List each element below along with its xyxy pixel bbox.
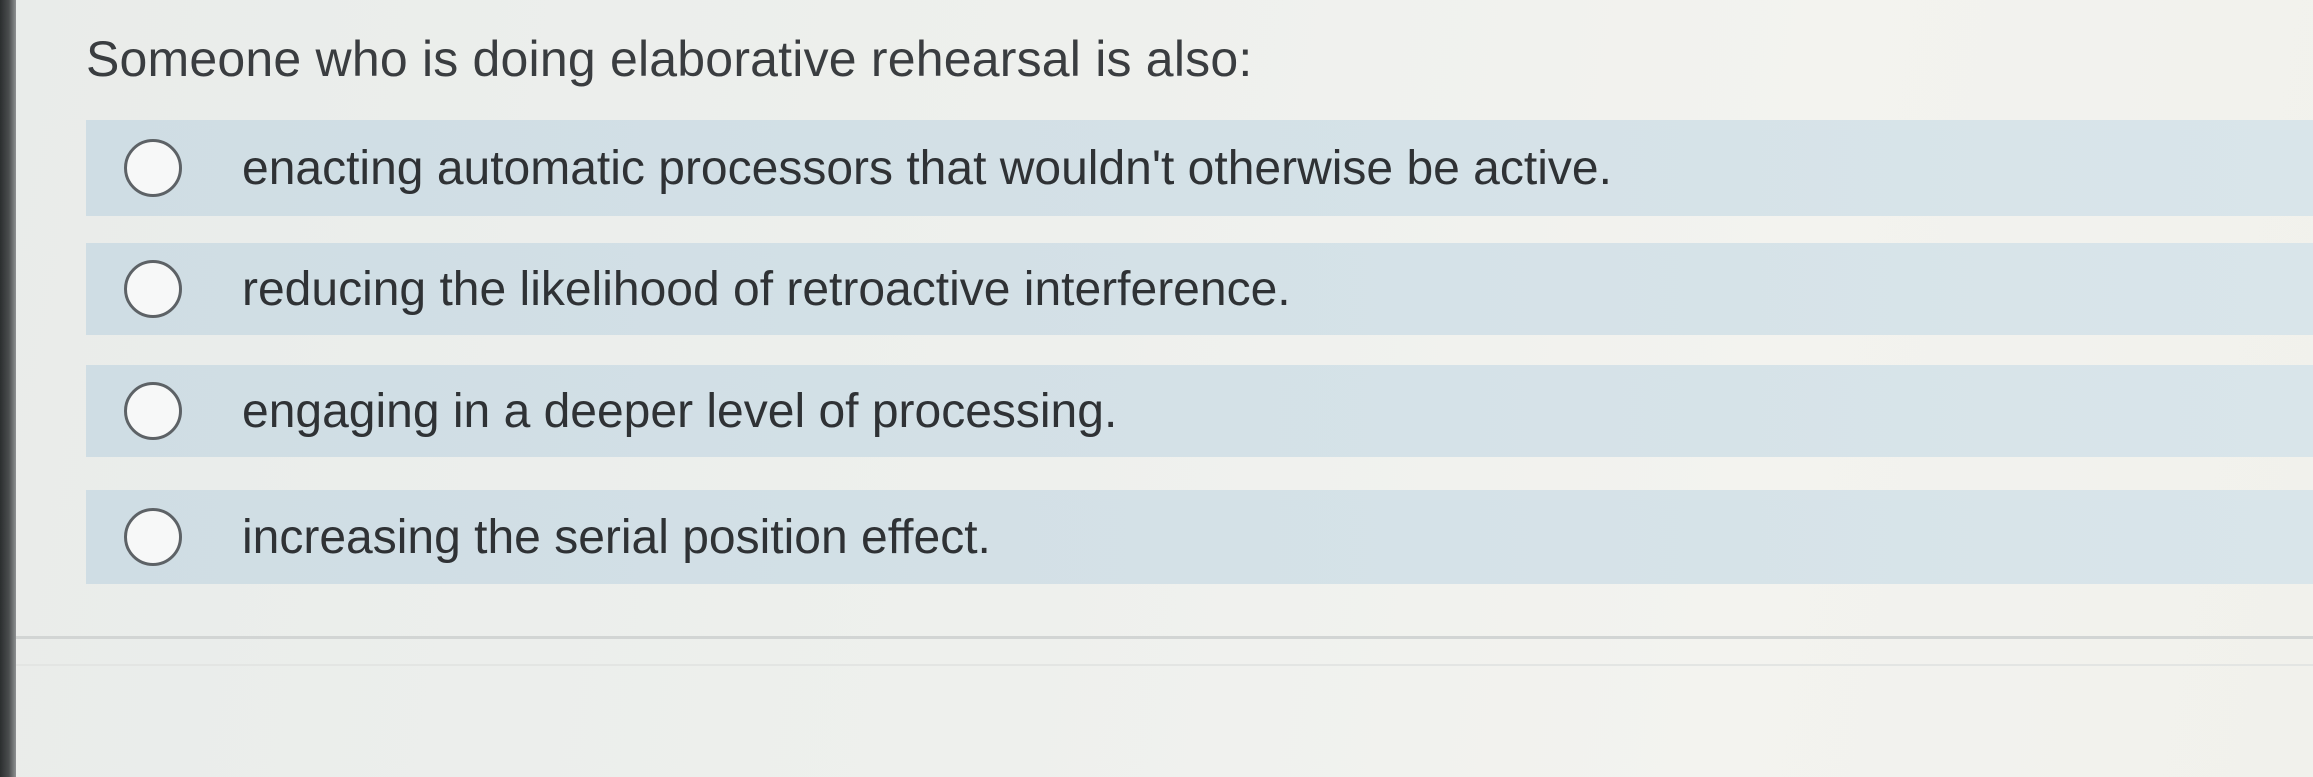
radio-button[interactable] [124, 508, 182, 566]
section-divider [16, 664, 2313, 666]
answer-option-3[interactable]: engaging in a deeper level of processing… [86, 365, 2313, 457]
question-text: Someone who is doing elaborative rehears… [86, 31, 1253, 87]
radio-button[interactable] [124, 382, 182, 440]
answer-option-2[interactable]: reducing the likelihood of retroactive i… [86, 243, 2313, 335]
option-label: enacting automatic processors that would… [242, 141, 1612, 195]
option-label: increasing the serial position effect. [242, 510, 991, 564]
section-divider [16, 636, 2313, 639]
option-label: reducing the likelihood of retroactive i… [242, 262, 1291, 316]
option-label: engaging in a deeper level of processing… [242, 384, 1118, 438]
radio-button[interactable] [124, 139, 182, 197]
screen-bezel [0, 0, 16, 777]
radio-button[interactable] [124, 260, 182, 318]
answer-option-4[interactable]: increasing the serial position effect. [86, 490, 2313, 584]
answer-option-1[interactable]: enacting automatic processors that would… [86, 120, 2313, 216]
